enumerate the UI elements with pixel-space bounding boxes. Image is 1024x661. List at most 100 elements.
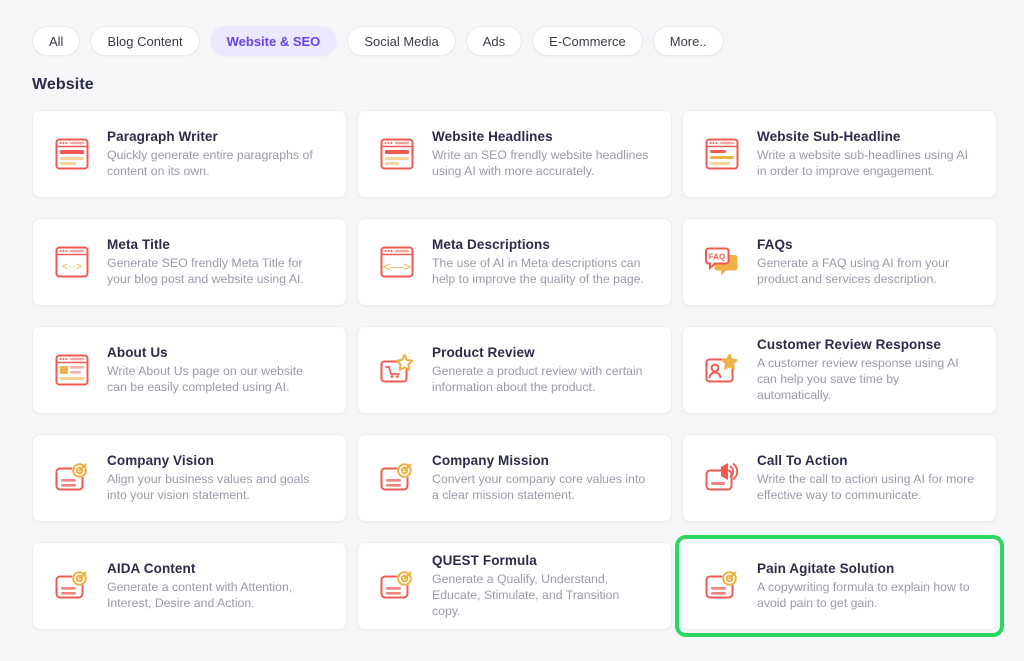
- template-card-company-mission[interactable]: Company Mission Convert your company core…: [357, 434, 672, 522]
- template-card-description: Write About Us page on our website can b…: [107, 364, 303, 394]
- browser-about-icon: [51, 349, 93, 391]
- card-target-icon: [376, 457, 418, 499]
- filter-chip-all[interactable]: All: [32, 26, 81, 56]
- template-card-slot: Company Vision Align your business values…: [32, 434, 347, 522]
- browser-paragraph-icon: [51, 133, 93, 175]
- template-card-aida-content[interactable]: AIDA Content Generate a content with Atte…: [32, 542, 347, 630]
- template-card-quest-formula[interactable]: QUEST Formula Generate a Qualify, Underst…: [357, 542, 672, 630]
- filter-chip-social-media[interactable]: Social Media: [347, 26, 456, 56]
- template-card-text: QUEST Formula Generate a Qualify, Underst…: [432, 553, 650, 619]
- filter-chip-label: Website & SEO: [226, 33, 321, 49]
- template-card-website-headlines[interactable]: Website Headlines Write an SEO frendly we…: [357, 110, 672, 198]
- template-card-meta-title[interactable]: <··> Meta Title Generate SEO frendly Meta …: [32, 218, 347, 306]
- card-target-icon: [701, 565, 743, 607]
- template-card-title: Company Mission: [432, 453, 550, 468]
- filter-chip-website-seo[interactable]: Website & SEO: [209, 26, 338, 56]
- template-card-slot: QUEST Formula Generate a Qualify, Underst…: [357, 542, 672, 630]
- template-card-slot: Call To Action Write the call to action u…: [682, 434, 997, 522]
- template-card-description: The use of AI in Meta descriptions can h…: [432, 256, 644, 286]
- template-card-slot: Company Mission Convert your company core…: [357, 434, 672, 522]
- template-card-title: Meta Descriptions: [432, 237, 550, 252]
- template-card-text: Customer Review Response A customer revie…: [757, 337, 975, 403]
- template-library-page: All Blog Content Website & SEO Social Media…: [0, 0, 1024, 661]
- template-card-title: Meta Title: [107, 237, 171, 252]
- template-card-text: AIDA Content Generate a content with Atte…: [107, 561, 325, 611]
- template-card-description: Quickly generate entire paragraphs of co…: [107, 148, 313, 178]
- template-card-website-sub-headline[interactable]: Website Sub-Headline Write a website sub-…: [682, 110, 997, 198]
- template-card-company-vision[interactable]: Company Vision Align your business values…: [32, 434, 347, 522]
- svg-text:FAQ: FAQ: [709, 253, 725, 262]
- filter-chip-more[interactable]: More..: [652, 26, 724, 56]
- template-card-description: Generate a content with Attention, Inter…: [107, 580, 293, 610]
- template-card-description: Align your business values and goals int…: [107, 472, 310, 502]
- template-card-description: A customer review response using AI can …: [757, 356, 959, 402]
- card-target-icon: [51, 457, 93, 499]
- template-card-slot: AIDA Content Generate a content with Atte…: [32, 542, 347, 630]
- template-card-slot: <—> Meta Descriptions The use of AI in Met…: [357, 218, 672, 306]
- svg-text:<—>: <—>: [383, 259, 411, 274]
- template-card-about-us[interactable]: About Us Write About Us page on our websi…: [32, 326, 347, 414]
- cart-star-icon: [376, 349, 418, 391]
- template-card-faqs[interactable]: FAQ FAQs Generate a FAQ using AI from your…: [682, 218, 997, 306]
- template-card-text: Website Sub-Headline Write a website sub-…: [757, 129, 975, 179]
- template-card-slot: <··> Meta Title Generate SEO frendly Meta …: [32, 218, 347, 306]
- template-card-description: A copywriting formula to explain how to …: [757, 580, 970, 610]
- filter-chip-label: All: [49, 33, 64, 49]
- template-card-description: Generate a product review with certain i…: [432, 364, 643, 394]
- template-card-description: Convert your company core values into a …: [432, 472, 646, 502]
- template-card-slot: FAQ FAQs Generate a FAQ using AI from your…: [682, 218, 997, 306]
- template-card-grid: Paragraph Writer Quickly generate entire …: [0, 94, 1024, 637]
- template-card-slot: Website Headlines Write an SEO frendly we…: [357, 110, 672, 198]
- browser-subheadline-icon: [701, 133, 743, 175]
- template-card-slot: Website Sub-Headline Write a website sub-…: [682, 110, 997, 198]
- template-card-pain-agitate-solution[interactable]: Pain Agitate Solution A copywriting formu…: [682, 542, 997, 630]
- template-card-text: Website Headlines Write an SEO frendly we…: [432, 129, 650, 179]
- template-card-slot: Pain Agitate Solution A copywriting formu…: [675, 535, 1004, 637]
- template-card-text: Product Review Generate a product review …: [432, 345, 650, 395]
- template-card-product-review[interactable]: Product Review Generate a product review …: [357, 326, 672, 414]
- template-card-text: Meta Title Generate SEO frendly Meta Titl…: [107, 237, 325, 287]
- template-card-description: Generate SEO frendly Meta Title for your…: [107, 256, 304, 286]
- template-card-call-to-action[interactable]: Call To Action Write the call to action u…: [682, 434, 997, 522]
- template-card-title: About Us: [107, 345, 168, 360]
- template-card-slot: About Us Write About Us page on our websi…: [32, 326, 347, 414]
- template-card-title: QUEST Formula: [432, 553, 537, 568]
- filter-chip-label: More..: [669, 33, 707, 49]
- card-target-icon: [51, 565, 93, 607]
- template-card-paragraph-writer[interactable]: Paragraph Writer Quickly generate entire …: [32, 110, 347, 198]
- template-card-title: AIDA Content: [107, 561, 196, 576]
- template-card-text: Company Vision Align your business values…: [107, 453, 325, 503]
- filter-chip-label: E-Commerce: [549, 33, 626, 49]
- template-card-meta-descriptions[interactable]: <—> Meta Descriptions The use of AI in Met…: [357, 218, 672, 306]
- browser-code-wide-icon: <—>: [376, 241, 418, 283]
- template-card-description: Write the call to action using AI for mo…: [757, 472, 975, 502]
- template-card-title: Customer Review Response: [757, 337, 941, 352]
- filter-chip-ads[interactable]: Ads: [465, 26, 523, 56]
- template-card-description: Generate a FAQ using AI from your produc…: [757, 256, 950, 286]
- template-card-slot: Customer Review Response A customer revie…: [682, 326, 997, 414]
- filter-chip-label: Blog Content: [107, 33, 183, 49]
- template-card-title: FAQs: [757, 237, 793, 252]
- browser-headline-icon: [376, 133, 418, 175]
- template-card-description: Generate a Qualify, Understand, Educate,…: [432, 572, 620, 618]
- template-card-customer-review-response[interactable]: Customer Review Response A customer revie…: [682, 326, 997, 414]
- filter-chip-blog-content[interactable]: Blog Content: [90, 26, 200, 56]
- filter-chip-label: Ads: [482, 33, 506, 49]
- template-card-description: Write a website sub-headlines using AI i…: [757, 148, 968, 178]
- filter-chip-label: Social Media: [364, 33, 439, 49]
- faq-chat-bubble-icon: FAQ: [701, 241, 743, 283]
- template-card-title: Website Headlines: [432, 129, 553, 144]
- card-megaphone-icon: [701, 457, 743, 499]
- section-heading-website: Website: [32, 76, 94, 93]
- filter-chip-e-commerce[interactable]: E-Commerce: [532, 26, 643, 56]
- browser-code-small-icon: <··>: [51, 241, 93, 283]
- template-card-text: Pain Agitate Solution A copywriting formu…: [757, 561, 975, 611]
- template-card-text: FAQs Generate a FAQ using AI from your pr…: [757, 237, 975, 287]
- template-card-text: Meta Descriptions The use of AI in Meta d…: [432, 237, 650, 287]
- template-card-title: Call To Action: [757, 453, 848, 468]
- template-card-description: Write an SEO frendly website headlines u…: [432, 148, 649, 178]
- template-card-title: Website Sub-Headline: [757, 129, 901, 144]
- template-card-text: Call To Action Write the call to action u…: [757, 453, 975, 503]
- category-filter-bar: All Blog Content Website & SEO Social Media…: [0, 0, 1024, 62]
- template-card-title: Company Vision: [107, 453, 214, 468]
